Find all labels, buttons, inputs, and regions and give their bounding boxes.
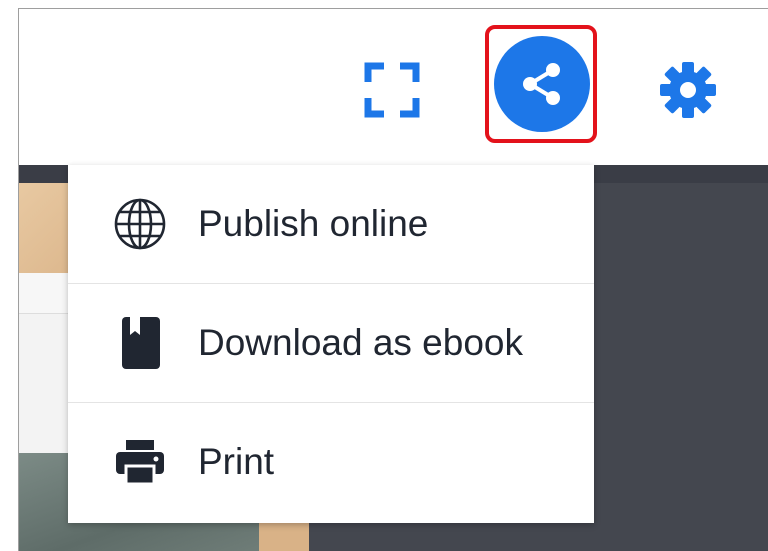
fullscreen-icon (364, 62, 420, 118)
fullscreen-button[interactable] (357, 55, 427, 125)
menu-label-publish-online: Publish online (198, 203, 429, 244)
menu-item-publish-online[interactable]: Publish online (68, 165, 594, 283)
share-icon (523, 63, 560, 105)
menu-label-download-ebook: Download as ebook (198, 322, 523, 363)
settings-button[interactable] (653, 55, 723, 125)
printer-icon (112, 434, 168, 490)
globe-icon (112, 196, 168, 252)
share-button[interactable] (494, 36, 590, 132)
gear-icon (660, 62, 716, 118)
share-menu: Publish online Download as ebook Print (68, 165, 594, 523)
menu-item-print[interactable]: Print (68, 403, 594, 521)
menu-label-print: Print (198, 441, 275, 482)
menu-item-download-ebook[interactable]: Download as ebook (68, 284, 594, 402)
toolbar (19, 9, 768, 165)
app-window: Publish online Download as ebook Print (18, 8, 768, 551)
book-icon (112, 315, 168, 371)
